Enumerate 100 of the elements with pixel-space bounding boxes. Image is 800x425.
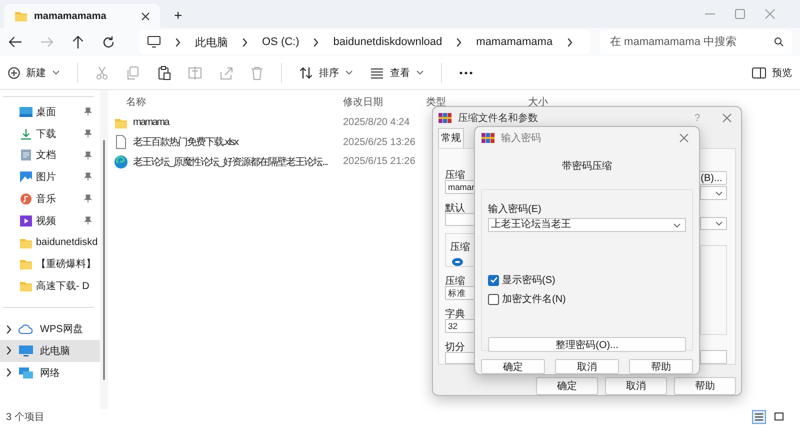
music-icon bbox=[19, 193, 33, 206]
password-field[interactable]: 上老王论坛当老王 bbox=[488, 218, 686, 232]
dropdown[interactable] bbox=[445, 352, 475, 364]
preview-pane-icon bbox=[752, 66, 766, 78]
dialog-button[interactable]: 取消 bbox=[605, 377, 667, 395]
pin-icon bbox=[84, 216, 92, 225]
maximize-icon[interactable] bbox=[734, 9, 746, 19]
chevron-right-icon bbox=[6, 346, 12, 356]
checkbox[interactable] bbox=[488, 274, 499, 286]
dialog-heading: 带密码压缩 bbox=[561, 160, 613, 173]
dialog-button[interactable]: 取消 bbox=[555, 359, 619, 374]
radio-button[interactable] bbox=[452, 258, 463, 266]
file-name[interactable]: mamama bbox=[133, 117, 169, 128]
cut-icon[interactable] bbox=[95, 66, 109, 80]
column-header[interactable]: 修改日期 bbox=[339, 95, 423, 109]
dropdown[interactable] bbox=[700, 186, 727, 200]
folder-icon bbox=[19, 236, 33, 249]
share-icon[interactable] bbox=[219, 66, 233, 80]
dialog-button[interactable]: 帮助 bbox=[674, 377, 736, 395]
chevron-right-icon bbox=[6, 368, 12, 378]
dialog-title: 压缩文件名和参数 bbox=[458, 112, 538, 125]
document-icon bbox=[114, 135, 128, 150]
sidebar-item[interactable]: 图片 bbox=[0, 166, 100, 188]
field-label: 压缩 bbox=[445, 274, 466, 286]
address-bar[interactable]: 此电脑 OS (C:) baidunetdiskdownload mamamamama bbox=[139, 30, 590, 54]
list-icon bbox=[754, 412, 764, 422]
list-view-icon bbox=[370, 66, 384, 78]
network-icon bbox=[18, 366, 34, 379]
dropdown[interactable]: 32 bbox=[445, 318, 475, 332]
pin-icon bbox=[84, 172, 92, 182]
sidebar-item[interactable]: 视频 bbox=[0, 210, 100, 232]
caret-icon bbox=[52, 70, 60, 75]
paste-icon[interactable] bbox=[157, 66, 171, 80]
sidebar-item[interactable]: 网络 bbox=[0, 362, 100, 384]
pin-icon bbox=[84, 107, 92, 116]
breadcrumb-item[interactable]: mamamamama bbox=[476, 36, 553, 48]
sidebar-item[interactable]: WPS网盘 bbox=[0, 318, 100, 340]
tab[interactable]: 常规 bbox=[438, 128, 464, 148]
forward-icon[interactable] bbox=[40, 36, 54, 48]
details-view-button[interactable] bbox=[752, 410, 766, 424]
sidebar-item[interactable]: 桌面 bbox=[0, 101, 100, 123]
caret-icon bbox=[715, 220, 723, 226]
group-label: 压缩 bbox=[450, 240, 471, 254]
breadcrumb-item[interactable]: 此电脑 bbox=[195, 34, 228, 50]
breadcrumb-item[interactable]: OS (C:) bbox=[262, 36, 300, 48]
field-label: 默认 bbox=[445, 202, 466, 213]
dropdown[interactable]: 标准 bbox=[445, 286, 475, 300]
new-tab-button[interactable]: + bbox=[174, 6, 182, 24]
sort-button[interactable]: 排序 bbox=[299, 66, 353, 80]
browser-tab[interactable]: mamamamama bbox=[4, 4, 160, 28]
text-field[interactable]: mamar bbox=[445, 180, 475, 194]
picture-icon bbox=[19, 171, 33, 184]
chevron-right-icon bbox=[566, 38, 573, 46]
table-cell-text: 2025/6/15 21:26 bbox=[342, 156, 416, 168]
preview-button[interactable]: 预览 bbox=[752, 66, 792, 80]
text-field[interactable] bbox=[445, 213, 475, 226]
close-icon[interactable] bbox=[141, 12, 150, 20]
dialog-button[interactable]: 帮助 bbox=[629, 359, 693, 374]
dialog-button[interactable]: 确定 bbox=[536, 377, 598, 395]
up-icon[interactable] bbox=[72, 35, 84, 49]
search-icon bbox=[774, 37, 784, 47]
field-label: 字典 bbox=[445, 308, 466, 318]
dialog-button[interactable]: 确定 bbox=[481, 359, 545, 374]
new-button[interactable]: 新建 bbox=[8, 66, 60, 80]
chevron-right-icon bbox=[456, 38, 462, 46]
sidebar-item[interactable]: 下载 bbox=[0, 122, 100, 145]
caret-icon bbox=[345, 70, 353, 75]
pin-icon bbox=[84, 128, 92, 138]
view-button[interactable]: 查看 bbox=[370, 66, 424, 80]
rename-icon[interactable] bbox=[188, 66, 202, 80]
sidebar-item[interactable]: 【重磅爆料】 bbox=[0, 254, 100, 276]
refresh-icon[interactable] bbox=[102, 36, 115, 48]
sidebar-item[interactable]: 此电脑 bbox=[0, 340, 100, 362]
copy-icon[interactable] bbox=[126, 66, 140, 80]
delete-icon[interactable] bbox=[250, 66, 264, 80]
plus-circle-icon bbox=[8, 66, 20, 78]
sidebar-item[interactable]: 文档 bbox=[0, 144, 100, 166]
sidebar-item[interactable]: baidunetdiskd bbox=[0, 232, 100, 254]
checkbox-label: 显示密码(S) bbox=[502, 274, 556, 287]
more-icon[interactable] bbox=[459, 70, 473, 74]
column-header[interactable]: 名称 bbox=[114, 95, 339, 109]
scrollbar-thumb[interactable] bbox=[103, 140, 105, 380]
breadcrumb-item[interactable]: baidunetdiskdownload bbox=[333, 36, 442, 48]
organize-button[interactable]: 整理密码(O)... bbox=[488, 337, 686, 352]
dropdown[interactable] bbox=[700, 350, 727, 364]
sidebar-item[interactable]: 高速下载- D bbox=[0, 275, 100, 298]
file-name[interactable]: 老王论坛_原魔性论坛_好资源都在隔壁老王论坛... bbox=[133, 154, 328, 169]
document-icon bbox=[19, 149, 33, 162]
search-input[interactable]: 在 mamamamama 中搜索 bbox=[608, 35, 774, 49]
file-name[interactable]: 老王百款热门免费下载.xlsx bbox=[133, 135, 238, 150]
column-header[interactable]: 类型 bbox=[423, 95, 520, 109]
dialog-title: 输入密码 bbox=[501, 132, 541, 145]
computer-icon bbox=[18, 344, 34, 357]
sidebar-item[interactable]: 音乐 bbox=[0, 188, 100, 210]
dropdown[interactable] bbox=[700, 216, 727, 230]
desktop-icon bbox=[19, 106, 33, 118]
column-header[interactable]: 大小 bbox=[520, 95, 548, 109]
back-icon[interactable] bbox=[8, 36, 22, 48]
search-field[interactable]: 在 mamamamama 中搜索 bbox=[600, 30, 792, 54]
checkbox[interactable] bbox=[488, 294, 499, 304]
